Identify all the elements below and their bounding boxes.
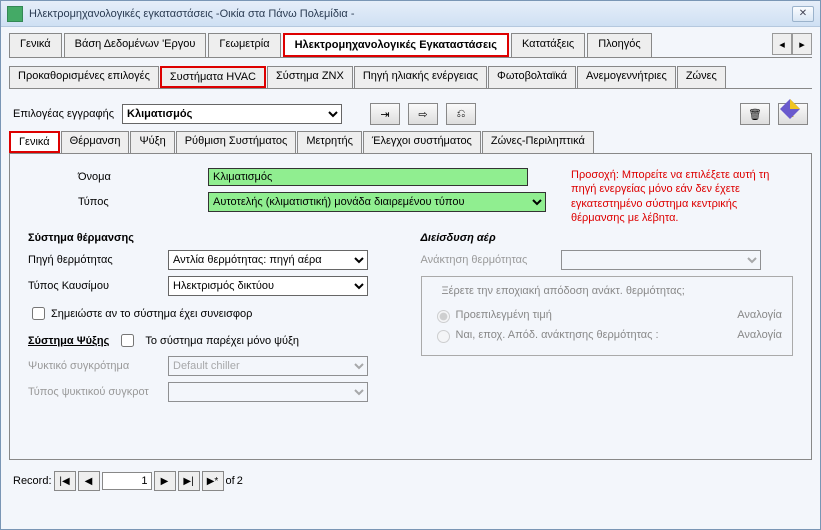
tab-project-db[interactable]: Βάση Δεδομένων 'Εργου	[64, 33, 207, 57]
recordnav-of: of	[226, 475, 235, 487]
subtab-znx[interactable]: Σύστημα ZNX	[267, 66, 353, 88]
tab-general[interactable]: Γενικά	[9, 33, 62, 57]
subtab-pv[interactable]: Φωτοβολταϊκά	[488, 66, 576, 88]
window-title: Ηλεκτρομηχανολογικές εγκαταστάσεις -Οικί…	[29, 8, 354, 20]
cooling-section-title: Σύστημα Ψύξης	[28, 335, 109, 347]
recordnav-next[interactable]: ▶	[154, 471, 176, 491]
recordnav-first[interactable]: |◀	[54, 471, 76, 491]
heat-recovery-label: Ανάκτηση θερμότητας	[421, 254, 561, 266]
subtab-wind[interactable]: Ανεμογεννήτριες	[577, 66, 676, 88]
air-section-title: Διείσδυση αέρ	[421, 232, 794, 244]
action-btn-3[interactable]: ⎌	[446, 103, 476, 125]
recordnav-prev[interactable]: ◀	[78, 471, 100, 491]
radio-yes-label: Ναι, εποχ. Απόδ. ανάκτησης θερμότητας :	[456, 329, 659, 341]
ratio-label-1: Αναλογία	[737, 309, 782, 321]
only-cooling-checkbox[interactable]	[121, 334, 134, 347]
only-cooling-label: Το σύστημα παρέχει μόνο ψύξη	[145, 335, 299, 347]
record-selector-label: Επιλογέας εγγραφής	[13, 108, 114, 120]
diamond-icon	[778, 97, 802, 121]
radio-default-label: Προεπιλεγμένη τιμή	[456, 309, 552, 321]
radio-default	[437, 310, 450, 323]
subtab-solar[interactable]: Πηγή ηλιακής ενέργειας	[354, 66, 487, 88]
heat-source-select[interactable]: Αντλία θερμότητας: πηγή αέρα	[168, 250, 368, 270]
record-selector[interactable]: Κλιματισμός	[122, 104, 342, 124]
ratio-label-2: Αναλογία	[737, 329, 782, 341]
recordnav-label: Record:	[13, 475, 52, 487]
tab-scroll-right[interactable]: ▸	[792, 33, 812, 55]
app-icon	[7, 6, 23, 22]
tab-classifications[interactable]: Κατατάξεις	[511, 33, 585, 57]
innertab-system-setup[interactable]: Ρύθμιση Συστήματος	[176, 131, 297, 153]
contribution-checkbox[interactable]	[32, 307, 45, 320]
tab-navigator[interactable]: Πλοηγός	[587, 33, 651, 57]
innertab-general[interactable]: Γενικά	[9, 131, 60, 153]
tab-geometry[interactable]: Γεωμετρία	[208, 33, 280, 57]
efficiency-legend: Ξέρετε την εποχιακή απόδοση ανάκτ. θερμό…	[438, 285, 689, 297]
heating-section-title: Σύστημα θέρμανσης	[28, 232, 401, 244]
close-icon[interactable]: ✕	[792, 6, 814, 22]
radio-yes	[437, 330, 450, 343]
chiller-type-label: Τύπος ψυκτικού συγκροτ	[28, 386, 168, 398]
innertab-zones-summary[interactable]: Ζώνες-Περιληπτικά	[482, 131, 594, 153]
chiller-type-select	[168, 382, 368, 402]
chiller-label: Ψυκτικό συγκρότημα	[28, 360, 168, 372]
name-label: Όνομα	[78, 171, 208, 183]
fuel-type-select[interactable]: Ηλεκτρισμός δικτύου	[168, 276, 368, 296]
type-label: Τύπος	[78, 196, 208, 208]
recordnav-total: 2	[237, 475, 243, 487]
contribution-label: Σημειώστε αν το σύστημα έχει συνεισφορ	[51, 308, 252, 320]
tab-scroll-left[interactable]: ◂	[772, 33, 792, 55]
innertab-controls[interactable]: Έλεγχοι συστήματος	[363, 131, 481, 153]
subtab-hvac[interactable]: Συστήματα HVAC	[160, 66, 266, 88]
heat-source-label: Πηγή θερμότητας	[28, 254, 168, 266]
subtab-zones[interactable]: Ζώνες	[677, 66, 726, 88]
name-input[interactable]	[208, 168, 528, 186]
innertab-cooling[interactable]: Ψύξη	[130, 131, 174, 153]
recordnav-last[interactable]: ▶|	[178, 471, 200, 491]
subtab-defaults[interactable]: Προκαθορισμένες επιλογές	[9, 66, 159, 88]
recordnav-current[interactable]	[102, 472, 152, 490]
type-select[interactable]: Αυτοτελής (κλιματιστική) μονάδα διαιρεμέ…	[208, 192, 546, 212]
innertab-heating[interactable]: Θέρμανση	[61, 131, 130, 153]
warning-text: Προσοχή: Μπορείτε να επιλέξετε αυτή τη π…	[571, 168, 791, 225]
recordnav-new[interactable]: ▶*	[202, 471, 224, 491]
action-btn-2[interactable]: ⇨	[408, 103, 438, 125]
chiller-select: Default chiller	[168, 356, 368, 376]
delete-btn[interactable]: 🗑	[740, 103, 770, 125]
tab-mep[interactable]: Ηλεκτρομηχανολογικές Εγκαταστάσεις	[283, 33, 509, 57]
action-btn-1[interactable]: ⇥	[370, 103, 400, 125]
heat-recovery-select	[561, 250, 761, 270]
fuel-type-label: Τύπος Καυσίμου	[28, 280, 168, 292]
innertab-meter[interactable]: Μετρητής	[297, 131, 362, 153]
